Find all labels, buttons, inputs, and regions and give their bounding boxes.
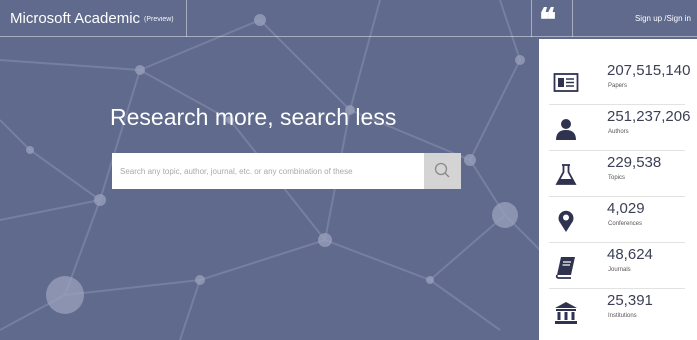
stat-value: 229,538 — [607, 154, 662, 171]
journal-icon — [555, 257, 575, 279]
stat-conferences[interactable]: 4,029 Conferences — [539, 197, 685, 243]
search-bar — [112, 153, 461, 189]
stat-papers[interactable]: 207,515,140 Papers — [539, 59, 690, 105]
search-input[interactable] — [112, 153, 424, 189]
stat-authors[interactable]: 251,237,206 Authors — [539, 105, 690, 151]
brand-logo[interactable]: Microsoft Academic (Preview) — [10, 10, 174, 27]
flask-icon — [555, 164, 577, 185]
stat-value: 48,624 — [607, 246, 653, 263]
stat-journals[interactable]: 48,624 Journals — [539, 243, 685, 289]
institution-icon — [555, 302, 577, 324]
stat-value: 4,029 — [607, 200, 645, 217]
brand-name: Microsoft Academic — [10, 10, 141, 27]
nav-divider — [572, 0, 573, 37]
paper-icon — [553, 73, 579, 92]
location-pin-icon — [558, 210, 574, 232]
stat-label: Institutions — [608, 313, 637, 319]
search-button[interactable] — [424, 153, 461, 189]
sign-in-link[interactable]: Sign up /Sign in — [635, 14, 691, 23]
stat-value: 207,515,140 — [607, 62, 691, 79]
nav-divider — [186, 0, 187, 37]
stat-topics[interactable]: 229,538 Topics — [539, 151, 685, 197]
search-icon — [434, 162, 450, 178]
stat-value: 25,391 — [607, 292, 653, 309]
page-headline: Research more, search less — [110, 104, 397, 130]
preview-tag: (Preview) — [144, 16, 174, 23]
stat-label: Conferences — [608, 221, 643, 227]
stat-institutions[interactable]: 25,391 Institutions — [539, 289, 685, 335]
stat-label: Authors — [608, 129, 629, 135]
person-icon — [556, 119, 576, 140]
stat-value: 251,237,206 — [607, 108, 691, 125]
quote-icon[interactable]: ❝ — [539, 3, 567, 37]
statistics-panel: 207,515,140 Papers 251,237,206 Authors 2… — [539, 39, 697, 340]
stat-label: Journals — [608, 267, 631, 273]
stat-label: Topics — [608, 175, 626, 181]
top-navigation-bar: Microsoft Academic (Preview) ❝ Sign up /S… — [0, 0, 697, 37]
stat-label: Papers — [608, 83, 628, 89]
nav-divider — [531, 0, 532, 37]
